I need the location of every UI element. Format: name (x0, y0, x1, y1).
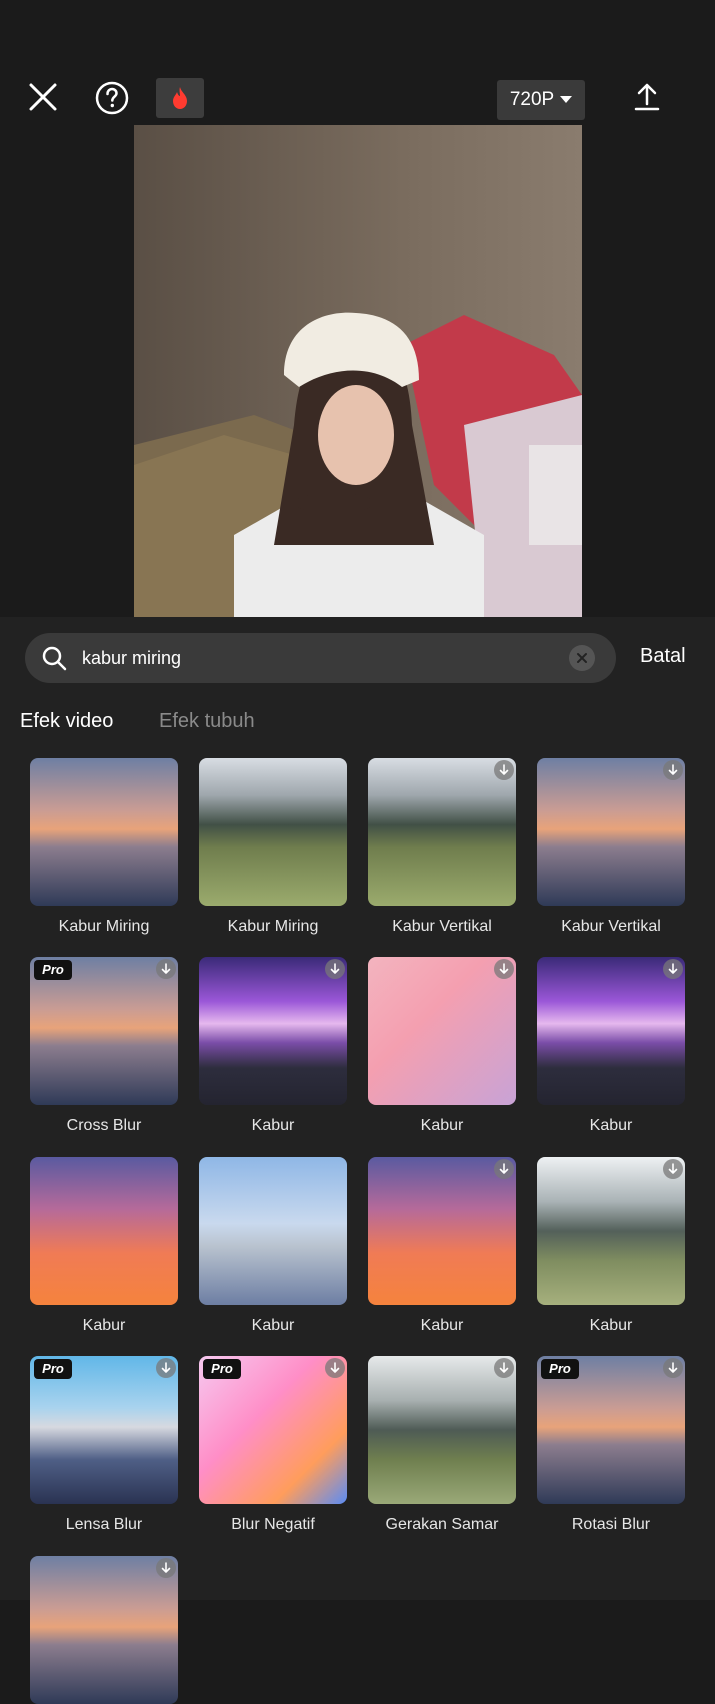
effect-label: Kabur (251, 1317, 295, 1334)
effect-label: Kabur (420, 1317, 464, 1334)
effect-label: Blur Negatif (231, 1516, 315, 1533)
download-icon[interactable] (156, 959, 176, 979)
download-icon[interactable] (494, 959, 514, 979)
effect-item[interactable]: Kabur (199, 1157, 347, 1335)
trending-button[interactable] (156, 78, 204, 118)
effect-thumbnail: Pro (537, 1356, 685, 1504)
effect-item[interactable] (30, 1556, 178, 1704)
tab-efek-tubuh[interactable]: Efek tubuh (159, 710, 255, 733)
download-icon[interactable] (663, 959, 683, 979)
effect-thumbnail (368, 1356, 516, 1504)
download-icon[interactable] (494, 1159, 514, 1179)
effect-item[interactable]: Kabur (199, 957, 347, 1135)
search-input[interactable]: kabur miring (82, 633, 181, 683)
effect-label: Kabur Miring (58, 918, 150, 935)
effect-thumbnail (368, 957, 516, 1105)
effects-panel: kabur miring Batal Efek video Efek tubuh… (0, 617, 715, 1704)
effect-label: Kabur (420, 1117, 464, 1134)
effect-thumbnail (537, 957, 685, 1105)
clear-search-button[interactable] (569, 645, 595, 671)
download-icon[interactable] (663, 1358, 683, 1378)
effect-thumbnail: Pro (199, 1356, 347, 1504)
effect-item[interactable]: Gerakan Samar (368, 1356, 516, 1534)
effect-label: Lensa Blur (65, 1516, 143, 1533)
effect-item[interactable]: Kabur (537, 1157, 685, 1335)
effect-thumbnail (537, 1157, 685, 1305)
upload-icon (634, 83, 660, 111)
search-icon (42, 646, 67, 671)
effect-label: Kabur Vertikal (561, 918, 661, 935)
search-bar[interactable]: kabur miring (25, 633, 616, 683)
cancel-button[interactable]: Batal (640, 645, 686, 668)
effect-label: Kabur (82, 1317, 126, 1334)
download-icon[interactable] (494, 760, 514, 780)
tab-efek-video[interactable]: Efek video (20, 710, 113, 733)
resolution-dropdown[interactable]: 720P (497, 80, 585, 120)
effect-label: Kabur Miring (227, 918, 319, 935)
clear-icon (577, 653, 587, 663)
effect-item[interactable]: Kabur (30, 1157, 178, 1335)
effect-item[interactable]: Kabur (368, 1157, 516, 1335)
help-icon (95, 81, 129, 115)
effect-item[interactable]: Pro Blur Negatif (199, 1356, 347, 1534)
effect-thumbnail (199, 957, 347, 1105)
effect-label: Kabur Vertikal (392, 918, 492, 935)
effect-label: Rotasi Blur (571, 1516, 651, 1533)
effect-thumbnail (199, 758, 347, 906)
effect-label: Kabur (589, 1317, 633, 1334)
video-preview[interactable] (134, 125, 582, 617)
resolution-label: 720P (509, 89, 555, 110)
effect-thumbnail: Pro (30, 957, 178, 1105)
effect-label: Kabur (251, 1117, 295, 1134)
effect-item[interactable]: Pro Rotasi Blur (537, 1356, 685, 1534)
pro-badge: Pro (541, 1359, 579, 1379)
effect-thumbnail (30, 1157, 178, 1305)
effect-item[interactable]: Kabur (368, 957, 516, 1135)
download-icon[interactable] (494, 1358, 514, 1378)
download-icon[interactable] (325, 1358, 345, 1378)
help-button[interactable] (92, 78, 132, 118)
effect-thumbnail (30, 1556, 178, 1704)
effect-item[interactable]: Kabur Vertikal (368, 758, 516, 936)
download-icon[interactable] (663, 1159, 683, 1179)
effect-item[interactable]: Kabur Miring (30, 758, 178, 936)
effect-item[interactable]: Pro Lensa Blur (30, 1356, 178, 1534)
close-button[interactable] (24, 78, 62, 116)
top-toolbar: 720P (0, 0, 715, 125)
download-icon[interactable] (156, 1358, 176, 1378)
effect-thumbnail (368, 1157, 516, 1305)
export-button[interactable] (628, 78, 666, 116)
effect-thumbnail (30, 758, 178, 906)
effect-thumbnail: Pro (30, 1356, 178, 1504)
effect-item[interactable]: Kabur (537, 957, 685, 1135)
pro-badge: Pro (34, 1359, 72, 1379)
effect-thumbnail (537, 758, 685, 906)
preview-frame-image (134, 125, 582, 617)
effect-item[interactable]: Kabur Vertikal (537, 758, 685, 936)
effect-item[interactable]: Kabur Miring (199, 758, 347, 936)
effect-item[interactable]: Pro Cross Blur (30, 957, 178, 1135)
download-icon[interactable] (156, 1558, 176, 1578)
effect-label: Kabur (589, 1117, 633, 1134)
caret-down-icon (560, 96, 573, 103)
download-icon[interactable] (663, 760, 683, 780)
close-icon (29, 83, 57, 111)
pro-badge: Pro (203, 1359, 241, 1379)
download-icon[interactable] (325, 959, 345, 979)
effect-label: Gerakan Samar (385, 1516, 499, 1533)
effect-thumbnail (199, 1157, 347, 1305)
fire-icon (173, 87, 187, 109)
pro-badge: Pro (34, 960, 72, 980)
effect-thumbnail (368, 758, 516, 906)
effect-label: Cross Blur (66, 1117, 142, 1134)
